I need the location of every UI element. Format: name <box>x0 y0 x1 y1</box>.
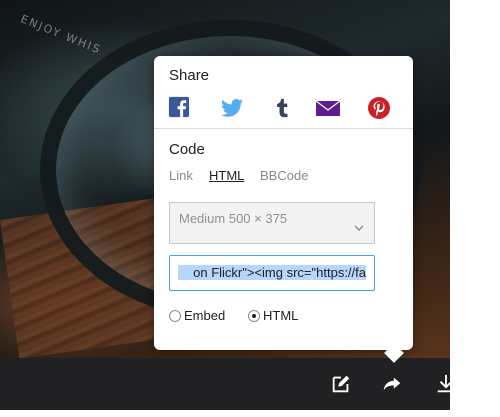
size-select[interactable]: Medium 500 × 375 <box>169 202 375 244</box>
radio-embed[interactable]: Embed <box>169 308 225 323</box>
code-title: Code <box>169 141 205 158</box>
radio-embed-label: Embed <box>184 308 226 323</box>
section-divider <box>154 128 413 129</box>
right-margin <box>450 0 500 417</box>
twitter-icon <box>221 99 243 117</box>
email-share-button[interactable] <box>315 96 341 120</box>
embed-code-text: on Flickr"><img src="https://fa <box>178 265 366 280</box>
share-popup: Share Code Link HTML BBCode Medium 500 ×… <box>154 56 413 363</box>
tab-html[interactable]: HTML <box>209 168 244 183</box>
bottom-margin <box>0 410 500 417</box>
tab-link[interactable]: Link <box>169 168 193 183</box>
photo-toolbar <box>0 358 455 410</box>
facebook-share-button[interactable] <box>168 96 192 120</box>
size-select-value: Medium 500 × 375 <box>179 211 288 226</box>
download-icon <box>437 374 455 393</box>
embed-code-field[interactable]: on Flickr"><img src="https://fa <box>169 255 375 291</box>
etched-text: ENJOY WHIS <box>18 12 104 57</box>
pinterest-icon <box>368 97 390 119</box>
share-title: Share <box>169 67 210 84</box>
radio-html-label: HTML <box>263 308 299 323</box>
twitter-share-button[interactable] <box>220 96 244 120</box>
radio-html[interactable]: HTML <box>248 308 298 323</box>
facebook-icon <box>168 96 190 118</box>
radio-html-circle <box>248 309 260 322</box>
pinterest-share-button[interactable] <box>367 96 391 120</box>
tab-bbcode[interactable]: BBCode <box>260 168 308 183</box>
tumblr-share-button[interactable] <box>271 96 295 120</box>
chevron-down-icon <box>354 225 364 231</box>
radio-embed-circle <box>169 309 181 322</box>
email-icon <box>315 100 341 116</box>
download-button[interactable] <box>432 370 460 398</box>
share-icon <box>383 377 401 391</box>
edit-button[interactable] <box>327 370 355 398</box>
share-button[interactable] <box>378 370 406 398</box>
edit-icon <box>332 375 350 393</box>
tumblr-icon <box>277 98 288 118</box>
